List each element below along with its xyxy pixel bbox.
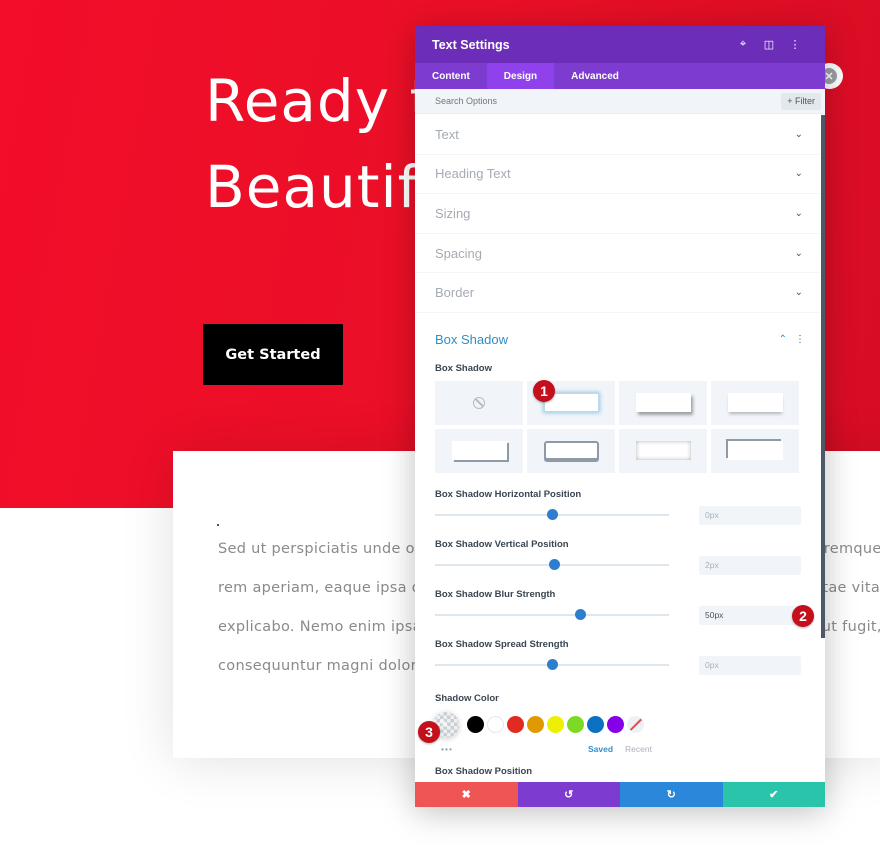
slider-label: Box Shadow Horizontal Position <box>435 488 582 500</box>
get-started-button[interactable]: Get Started <box>203 324 343 385</box>
section-label: Text <box>435 126 459 142</box>
spread-strength-input[interactable]: 0px <box>699 655 801 675</box>
settings-scroll-area: Text ⌄ Heading Text ⌄ Sizing ⌄ Spacing ⌄… <box>415 115 825 782</box>
save-button[interactable]: ✔ <box>722 782 825 807</box>
section-label: Sizing <box>435 205 471 221</box>
section-border[interactable]: Border ⌄ <box>415 273 825 313</box>
box-shadow-position-label: Box Shadow Position <box>435 765 533 777</box>
preset-2[interactable] <box>619 380 707 425</box>
more-options-icon[interactable]: ⋮ <box>782 38 808 51</box>
section-label: Border <box>435 285 475 301</box>
swatch-white[interactable] <box>487 716 504 734</box>
more-options-icon[interactable]: ⋮ <box>795 334 805 345</box>
section-label: Heading Text <box>435 166 511 182</box>
section-spacing[interactable]: Spacing ⌄ <box>415 234 825 274</box>
swatch-orange[interactable] <box>527 716 544 734</box>
preset-4[interactable] <box>435 428 523 473</box>
slider-thumb[interactable] <box>575 609 587 621</box>
section-heading-text[interactable]: Heading Text ⌄ <box>415 155 825 195</box>
blur-strength-field: Box Shadow Blur Strength 50px <box>435 589 805 625</box>
search-row: + Filter <box>415 89 825 114</box>
section-box-shadow: Box Shadow ⌃ ⋮ Box Shadow Box Shadow Hori… <box>415 313 825 777</box>
step-badge-3: 3 <box>418 721 440 743</box>
box-shadow-label: Box Shadow <box>435 362 493 374</box>
chevron-down-icon: ⌄ <box>794 207 803 219</box>
box-shadow-presets <box>435 380 805 473</box>
focus-icon[interactable]: ⌖ <box>730 38 756 51</box>
panel-scrollbar[interactable] <box>821 115 825 638</box>
section-sizing[interactable]: Sizing ⌄ <box>415 194 825 234</box>
slider-thumb[interactable] <box>549 559 561 571</box>
slider-label: Box Shadow Blur Strength <box>435 588 556 600</box>
spread-strength-field: Box Shadow Spread Strength 0px <box>435 639 805 675</box>
horizontal-position-field: Box Shadow Horizontal Position 0px <box>435 489 805 525</box>
cancel-button[interactable]: ✖ <box>415 782 518 807</box>
preset-6[interactable] <box>619 428 707 473</box>
spread-strength-slider[interactable] <box>435 659 669 671</box>
chevron-down-icon: ⌄ <box>794 287 803 299</box>
panel-footer: ✖ ↺ ↻ ✔ <box>415 782 825 807</box>
blur-strength-input[interactable]: 50px <box>699 605 801 625</box>
section-text[interactable]: Text ⌄ <box>415 115 825 155</box>
swatch-black[interactable] <box>467 716 484 734</box>
swatch-blue[interactable] <box>587 716 604 734</box>
slider-label: Box Shadow Vertical Position <box>435 538 569 550</box>
text-cursor-marker <box>217 524 219 526</box>
tab-advanced[interactable]: Advanced <box>554 63 636 89</box>
chevron-down-icon: ⌄ <box>794 168 803 180</box>
color-tabs: ••• Saved Recent <box>435 744 805 754</box>
horizontal-position-slider[interactable] <box>435 509 669 521</box>
no-shadow-icon <box>473 396 485 409</box>
slider-thumb[interactable] <box>547 509 558 521</box>
slider-label: Box Shadow Spread Strength <box>435 638 569 650</box>
shadow-color-label: Shadow Color <box>435 692 499 704</box>
step-badge-2: 2 <box>792 605 814 627</box>
chevron-up-icon[interactable]: ⌃ <box>779 334 787 345</box>
text-settings-panel: Text Settings ⌖ ◫ ⋮ Content Design Advan… <box>415 26 825 807</box>
preset-7[interactable] <box>711 428 799 473</box>
horizontal-position-input[interactable]: 0px <box>699 505 801 525</box>
blur-strength-slider[interactable] <box>435 609 669 621</box>
vertical-position-slider[interactable] <box>435 559 669 571</box>
undo-button[interactable]: ↺ <box>517 782 620 807</box>
panel-title: Text Settings <box>432 37 510 52</box>
panel-tabs: Content Design Advanced <box>415 63 825 89</box>
slider-thumb[interactable] <box>547 659 558 671</box>
section-label: Spacing <box>435 245 482 261</box>
page: Ready to Beautif Get Started ✕ Sed ut pe… <box>0 0 880 856</box>
redo-button[interactable]: ↻ <box>620 782 723 807</box>
tab-content[interactable]: Content <box>415 63 487 89</box>
search-options-input[interactable] <box>435 96 782 106</box>
tab-design[interactable]: Design <box>486 63 555 89</box>
chevron-down-icon: ⌄ <box>794 247 803 259</box>
swatch-transparent[interactable] <box>627 716 644 734</box>
swatch-green[interactable] <box>567 716 584 734</box>
preset-3[interactable] <box>711 380 799 425</box>
filter-button[interactable]: + Filter <box>781 92 821 110</box>
step-badge-1: 1 <box>533 380 555 402</box>
saved-colors-tab[interactable]: Saved <box>588 744 613 754</box>
swatch-red[interactable] <box>507 716 524 734</box>
preset-none[interactable] <box>435 380 523 425</box>
chevron-down-icon: ⌄ <box>794 128 803 140</box>
more-colors-icon[interactable]: ••• <box>441 744 588 754</box>
shadow-color-swatches: ✎ <box>433 711 805 738</box>
preset-5[interactable] <box>527 428 615 473</box>
vertical-position-field: Box Shadow Vertical Position 2px <box>435 539 805 575</box>
panel-header[interactable]: Text Settings ⌖ ◫ ⋮ <box>415 26 825 63</box>
box-shadow-title: Box Shadow <box>435 332 508 348</box>
split-view-icon[interactable]: ◫ <box>756 38 782 51</box>
swatch-yellow[interactable] <box>547 716 564 734</box>
recent-colors-tab[interactable]: Recent <box>625 744 652 754</box>
vertical-position-input[interactable]: 2px <box>699 555 801 575</box>
swatch-purple[interactable] <box>607 716 624 734</box>
eyedropper-icon: ✎ <box>439 716 450 731</box>
box-shadow-header[interactable]: Box Shadow ⌃ ⋮ <box>435 313 805 363</box>
